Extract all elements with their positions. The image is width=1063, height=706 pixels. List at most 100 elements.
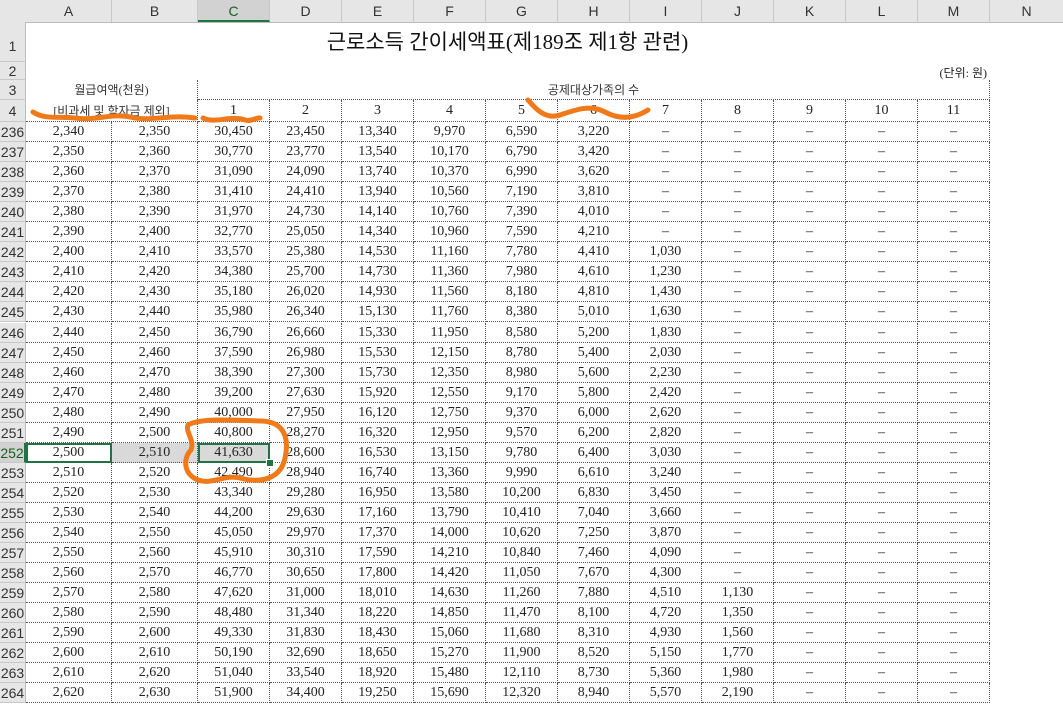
table-cell[interactable]: 38,390 (198, 362, 270, 383)
table-cell[interactable]: 25,380 (270, 242, 342, 263)
table-cell[interactable]: – (846, 322, 918, 343)
table-cell[interactable]: 3,620 (558, 162, 630, 183)
row-header-253[interactable]: 253 (0, 462, 26, 483)
table-cell[interactable]: 5,200 (558, 322, 630, 343)
table-cell[interactable]: 2,370 (26, 182, 112, 203)
table-cell-empty[interactable] (990, 543, 1063, 563)
table-cell[interactable]: 31,410 (198, 182, 270, 203)
table-cell[interactable]: – (774, 643, 846, 664)
table-cell[interactable]: 7,880 (558, 583, 630, 604)
table-cell[interactable]: 2,440 (26, 322, 112, 343)
table-cell[interactable]: 2,390 (112, 202, 198, 223)
row-header-257[interactable]: 257 (0, 543, 26, 564)
table-cell[interactable]: 14,530 (342, 242, 414, 263)
table-cell[interactable]: – (918, 683, 990, 704)
table-cell[interactable]: – (774, 683, 846, 704)
table-cell[interactable]: 10,620 (486, 523, 558, 544)
table-cell-empty[interactable] (990, 282, 1063, 302)
table-cell[interactable]: 9,780 (486, 442, 558, 463)
table-cell[interactable]: – (774, 442, 846, 463)
table-cell[interactable]: 7,670 (558, 563, 630, 584)
table-cell[interactable]: 16,530 (342, 442, 414, 463)
table-cell[interactable]: 2,360 (112, 142, 198, 163)
column-header-i[interactable]: I (630, 0, 702, 22)
table-cell[interactable]: – (702, 242, 774, 263)
table-cell-empty[interactable] (990, 663, 1063, 683)
table-cell-empty[interactable] (990, 463, 1063, 483)
table-cell[interactable]: – (774, 482, 846, 503)
family-count-2[interactable]: 2 (270, 100, 342, 122)
table-cell[interactable]: 37,590 (198, 342, 270, 363)
table-cell[interactable]: 42,490 (198, 462, 270, 483)
column-header-g[interactable]: G (486, 0, 558, 22)
row-header-3[interactable]: 3 (0, 80, 26, 100)
table-cell[interactable]: 46,770 (198, 563, 270, 584)
table-cell-empty[interactable] (990, 523, 1063, 543)
table-cell[interactable]: 2,420 (630, 382, 702, 403)
table-cell[interactable]: 13,540 (342, 142, 414, 163)
table-cell[interactable]: 17,370 (342, 523, 414, 544)
table-cell[interactable]: – (774, 543, 846, 564)
table-cell[interactable]: – (846, 603, 918, 624)
table-cell[interactable]: – (774, 563, 846, 584)
table-cell[interactable]: – (702, 482, 774, 503)
table-cell[interactable]: 9,170 (486, 382, 558, 403)
table-cell[interactable]: 15,270 (414, 643, 486, 664)
table-cell[interactable]: 14,140 (342, 202, 414, 223)
table-cell[interactable]: 5,570 (630, 683, 702, 704)
table-cell[interactable]: 29,630 (270, 502, 342, 523)
table-cell[interactable]: 2,370 (112, 162, 198, 183)
column-header-a[interactable]: A (26, 0, 112, 22)
table-cell[interactable]: 33,540 (270, 663, 342, 684)
table-cell[interactable]: 31,000 (270, 583, 342, 604)
table-cell[interactable]: 7,390 (486, 202, 558, 223)
table-cell[interactable]: 2,550 (112, 523, 198, 544)
table-cell[interactable]: – (918, 603, 990, 624)
table-cell[interactable]: 2,390 (26, 222, 112, 243)
table-cell[interactable]: 2,590 (26, 623, 112, 644)
table-cell[interactable]: 2,470 (112, 362, 198, 383)
table-cell[interactable]: 14,730 (342, 262, 414, 283)
table-cell[interactable]: – (846, 302, 918, 323)
row-header-261[interactable]: 261 (0, 623, 26, 644)
table-cell[interactable]: 29,280 (270, 482, 342, 503)
table-cell[interactable]: – (918, 322, 990, 343)
table-cell[interactable]: 51,900 (198, 683, 270, 704)
row-header-251[interactable]: 251 (0, 422, 26, 443)
table-cell[interactable]: – (630, 222, 702, 243)
table-cell-empty[interactable] (990, 162, 1063, 182)
table-cell[interactable]: – (774, 322, 846, 343)
table-cell[interactable]: 2,440 (112, 302, 198, 323)
table-cell[interactable]: 44,200 (198, 502, 270, 523)
table-cell[interactable]: 26,020 (270, 282, 342, 303)
table-cell[interactable]: 6,000 (558, 402, 630, 423)
table-cell[interactable]: – (846, 663, 918, 684)
table-cell[interactable]: – (918, 623, 990, 644)
table-cell[interactable]: 7,780 (486, 242, 558, 263)
table-cell[interactable]: – (774, 362, 846, 383)
table-cell[interactable]: – (702, 342, 774, 363)
table-cell[interactable]: – (702, 162, 774, 183)
table-cell[interactable]: 8,940 (558, 683, 630, 704)
table-cell[interactable]: 28,600 (270, 442, 342, 463)
row-header-243[interactable]: 243 (0, 262, 26, 283)
table-cell[interactable]: 9,570 (486, 422, 558, 443)
row-header-264[interactable]: 264 (0, 683, 26, 704)
table-cell[interactable]: 2,380 (26, 202, 112, 223)
table-cell[interactable]: 24,090 (270, 162, 342, 183)
table-cell[interactable]: – (702, 462, 774, 483)
table-cell[interactable]: 2,410 (112, 242, 198, 263)
table-cell[interactable]: 31,830 (270, 623, 342, 644)
table-cell[interactable]: – (846, 182, 918, 203)
table-cell[interactable]: 2,620 (630, 402, 702, 423)
table-cell[interactable]: 1,630 (630, 302, 702, 323)
table-cell[interactable]: 16,950 (342, 482, 414, 503)
table-cell[interactable]: 26,660 (270, 322, 342, 343)
table-cell[interactable]: – (702, 202, 774, 223)
table-cell[interactable]: 2,620 (26, 683, 112, 704)
column-header-j[interactable]: J (702, 0, 774, 22)
table-cell[interactable]: 2,400 (26, 242, 112, 263)
table-cell[interactable]: 3,870 (630, 523, 702, 544)
table-cell[interactable]: 13,340 (342, 122, 414, 143)
column-header-f[interactable]: F (414, 0, 486, 22)
